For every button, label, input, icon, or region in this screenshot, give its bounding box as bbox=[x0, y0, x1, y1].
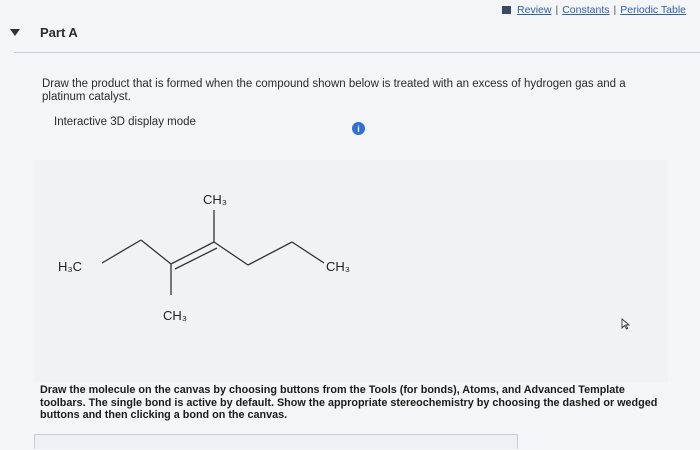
bond bbox=[291, 241, 325, 264]
atom-label-left: H₃C bbox=[58, 259, 82, 274]
caret-down-icon[interactable] bbox=[10, 29, 20, 36]
book-icon bbox=[502, 6, 512, 14]
periodic-table-link[interactable]: Periodic Table bbox=[620, 4, 686, 16]
part-title: Part A bbox=[40, 25, 78, 40]
answer-panel-edge bbox=[34, 434, 518, 449]
top-links: Review | Constants | Periodic Table bbox=[502, 4, 686, 16]
cursor-icon bbox=[621, 318, 631, 330]
constants-link[interactable]: Constants bbox=[562, 4, 609, 16]
atom-label-bottom: CH₃ bbox=[163, 308, 187, 323]
review-link[interactable]: Review bbox=[517, 4, 551, 16]
info-icon[interactable]: i bbox=[352, 122, 365, 135]
atom-label-right: CH₃ bbox=[326, 259, 350, 274]
bond bbox=[213, 241, 249, 266]
part-header[interactable]: Part A bbox=[10, 25, 78, 40]
question-text: Draw the product that is formed when the… bbox=[42, 78, 626, 103]
divider bbox=[14, 52, 700, 53]
bond bbox=[140, 239, 172, 265]
molecule-structure: H₃C CH₃ CH₃ CH₃ bbox=[58, 192, 350, 323]
display-mode-label: Interactive 3D display mode bbox=[54, 116, 196, 128]
instructions-text: Draw the molecule on the canvas by choos… bbox=[40, 384, 658, 421]
bond bbox=[247, 241, 293, 266]
molecule-canvas[interactable]: H₃C CH₃ CH₃ CH₃ bbox=[34, 160, 668, 382]
atom-label-top: CH₃ bbox=[203, 192, 227, 207]
link-separator: | bbox=[555, 4, 559, 16]
bond bbox=[101, 239, 142, 264]
link-separator: | bbox=[613, 4, 617, 16]
